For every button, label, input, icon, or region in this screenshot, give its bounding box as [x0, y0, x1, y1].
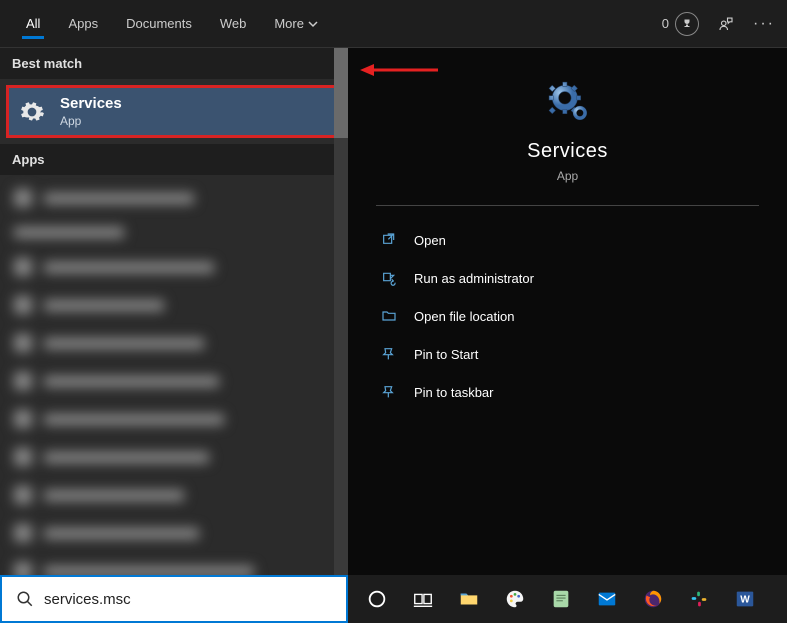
action-pin-taskbar[interactable]: Pin to taskbar	[376, 376, 759, 408]
preview-subtitle: App	[557, 169, 578, 183]
rewards-points[interactable]: 0	[662, 12, 699, 36]
search-input[interactable]	[44, 591, 332, 608]
best-match-text: Services App	[60, 95, 122, 128]
search-main: Best match Services App Apps	[0, 48, 787, 575]
pin-icon	[380, 345, 398, 363]
best-match-header: Best match	[0, 48, 348, 79]
points-count: 0	[662, 16, 669, 31]
gear-icon	[18, 98, 46, 126]
trophy-icon	[675, 12, 699, 36]
search-icon	[16, 590, 34, 608]
person-feedback-icon	[717, 15, 735, 33]
results-scrollbar[interactable]	[334, 48, 348, 575]
folder-icon	[380, 307, 398, 325]
slack-icon[interactable]	[678, 579, 720, 619]
open-icon	[380, 231, 398, 249]
svg-text:W: W	[740, 595, 750, 606]
apps-header: Apps	[0, 144, 348, 175]
scope-tabs: All Apps Documents Web More	[12, 0, 332, 47]
pin-icon	[380, 383, 398, 401]
action-pin-start[interactable]: Pin to Start	[376, 338, 759, 370]
best-match-subtitle: App	[60, 114, 122, 128]
blurred-results	[0, 175, 334, 575]
best-match-title: Services	[60, 95, 122, 112]
preview-title: Services	[527, 140, 608, 163]
file-explorer-icon[interactable]	[448, 579, 490, 619]
gear-large-icon	[547, 80, 589, 122]
chevron-down-icon	[308, 19, 318, 29]
taskbar: W	[348, 575, 787, 623]
preview-actions: Open Run as administrator Open file loca…	[376, 206, 759, 408]
admin-icon	[380, 269, 398, 287]
firefox-icon[interactable]	[632, 579, 674, 619]
mail-icon[interactable]	[586, 579, 628, 619]
results-panel: Best match Services App Apps	[0, 48, 348, 575]
cortana-icon[interactable]	[356, 579, 398, 619]
tab-all[interactable]: All	[12, 0, 54, 47]
action-run-admin[interactable]: Run as administrator	[376, 262, 759, 294]
preview-header: Services App	[376, 66, 759, 206]
paint-icon[interactable]	[494, 579, 536, 619]
tab-web[interactable]: Web	[206, 0, 261, 47]
search-box[interactable]	[0, 575, 348, 623]
apps-results	[0, 175, 348, 575]
tab-documents[interactable]: Documents	[112, 0, 206, 47]
scrollbar-thumb[interactable]	[334, 48, 348, 138]
action-open-location[interactable]: Open file location	[376, 300, 759, 332]
action-open[interactable]: Open	[376, 224, 759, 256]
best-match-result[interactable]: Services App	[6, 85, 342, 138]
feedback-button[interactable]	[717, 15, 735, 33]
task-view-icon[interactable]	[402, 579, 444, 619]
word-icon[interactable]: W	[724, 579, 766, 619]
more-options-button[interactable]: ···	[753, 15, 775, 33]
notepadpp-icon[interactable]	[540, 579, 582, 619]
top-right-controls: 0 ···	[662, 12, 775, 36]
tab-more[interactable]: More	[260, 0, 332, 47]
search-topbar: All Apps Documents Web More 0 ···	[0, 0, 787, 48]
bottom-bar: W	[0, 575, 787, 623]
preview-panel: Services App Open Run as administrator O…	[348, 48, 787, 575]
tab-apps[interactable]: Apps	[54, 0, 112, 47]
